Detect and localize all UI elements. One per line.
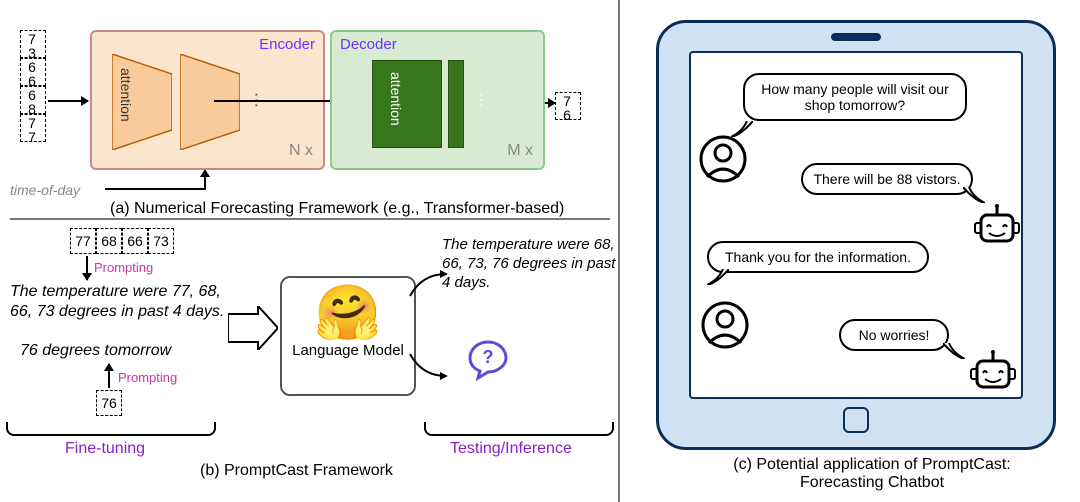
encoder-label: Encoder (259, 36, 315, 53)
big-arrow-icon (228, 306, 278, 350)
section-c: How many people will visit our shop tomo… (620, 0, 1080, 502)
hugging-face-icon: 🤗 (282, 286, 414, 340)
caption-c: (c) Potential application of PromptCast:… (712, 456, 1032, 492)
tablet-frame: How many people will visit our shop tomo… (656, 20, 1056, 450)
left-panel: 73 66 68 77 time-of-day Encoder attentio… (0, 0, 620, 502)
repeat-n-label: N x (289, 142, 313, 160)
inference-text: The temperature were 68, 66, 73, 76 degr… (442, 236, 616, 292)
output-value: 76 (555, 92, 581, 120)
arrow-icon (48, 100, 88, 102)
brace-icon (424, 422, 614, 436)
line-icon (105, 188, 205, 190)
fine-tuning-label: Fine-tuning (65, 440, 145, 458)
ellipsis-icon: ··· (472, 92, 490, 108)
curve-arrow-icon (408, 352, 448, 380)
tablet-home-button-icon (843, 407, 869, 433)
bubble-tail-icon (707, 269, 729, 285)
decoder-label: Decoder (340, 36, 397, 53)
chat-bubble-bot: There will be 88 vistors. (801, 163, 973, 195)
language-model-label: Language Model (282, 342, 414, 359)
chat-bubble-bot: No worries! (839, 319, 949, 351)
seq-val: 66 (20, 58, 46, 86)
attention-trapezoid-icon (180, 54, 240, 150)
input-sequence: 73 66 68 77 (20, 30, 46, 142)
caption-a: (a) Numerical Forecasting Framework (e.g… (110, 200, 564, 218)
caption-b: (b) PromptCast Framework (200, 462, 393, 480)
tablet-speaker-icon (831, 33, 881, 41)
seq-val: 73 (148, 228, 174, 254)
prompt-text-1: The temperature were 77, 68, 66, 73 degr… (10, 282, 230, 322)
output-value-b: 76 (96, 390, 122, 416)
seq-val: 77 (70, 228, 96, 254)
seq-val: 77 (20, 114, 46, 142)
user-icon (699, 135, 747, 183)
brace-icon (6, 422, 216, 436)
svg-text:?: ? (483, 347, 494, 367)
bot-icon (973, 203, 1021, 251)
attention-label: attention (118, 68, 134, 122)
attention-rect-icon (448, 60, 464, 148)
section-a: 73 66 68 77 time-of-day Encoder attentio… (0, 0, 620, 220)
prompting-label: Prompting (94, 260, 153, 275)
attention-rect-icon (372, 60, 442, 148)
seq-val: 68 (96, 228, 122, 254)
attention-label: attention (388, 72, 404, 126)
divider-line (10, 218, 610, 220)
arrow-icon (108, 364, 110, 388)
bubble-tail-icon (963, 187, 985, 203)
repeat-m-label: M x (507, 142, 533, 160)
question-chat-icon: ? (466, 338, 510, 392)
input-sequence-b: 77 68 66 73 (70, 228, 174, 254)
user-icon (701, 301, 749, 349)
section-b: 77 68 66 73 Prompting The temperature we… (0, 222, 620, 502)
language-model-box: 🤗 Language Model (280, 276, 416, 396)
chat-bubble-user: Thank you for the information. (707, 241, 929, 273)
prompting-label: Prompting (118, 370, 177, 385)
prompt-text-2: 76 degrees tomorrow (20, 342, 171, 360)
seq-val: 68 (20, 86, 46, 114)
bot-icon (969, 349, 1017, 397)
tablet-screen: How many people will visit our shop tomo… (689, 51, 1023, 399)
time-of-day-label: time-of-day (10, 182, 80, 198)
bubble-tail-icon (943, 343, 965, 359)
arrow-icon (204, 170, 206, 190)
arrow-icon (86, 256, 88, 280)
testing-label: Testing/Inference (450, 440, 572, 458)
chat-bubble-user: How many people will visit our shop tomo… (743, 73, 967, 121)
seq-val: 73 (20, 30, 46, 58)
seq-val: 66 (122, 228, 148, 254)
decoder-box: Decoder attention ··· M x (330, 30, 545, 170)
